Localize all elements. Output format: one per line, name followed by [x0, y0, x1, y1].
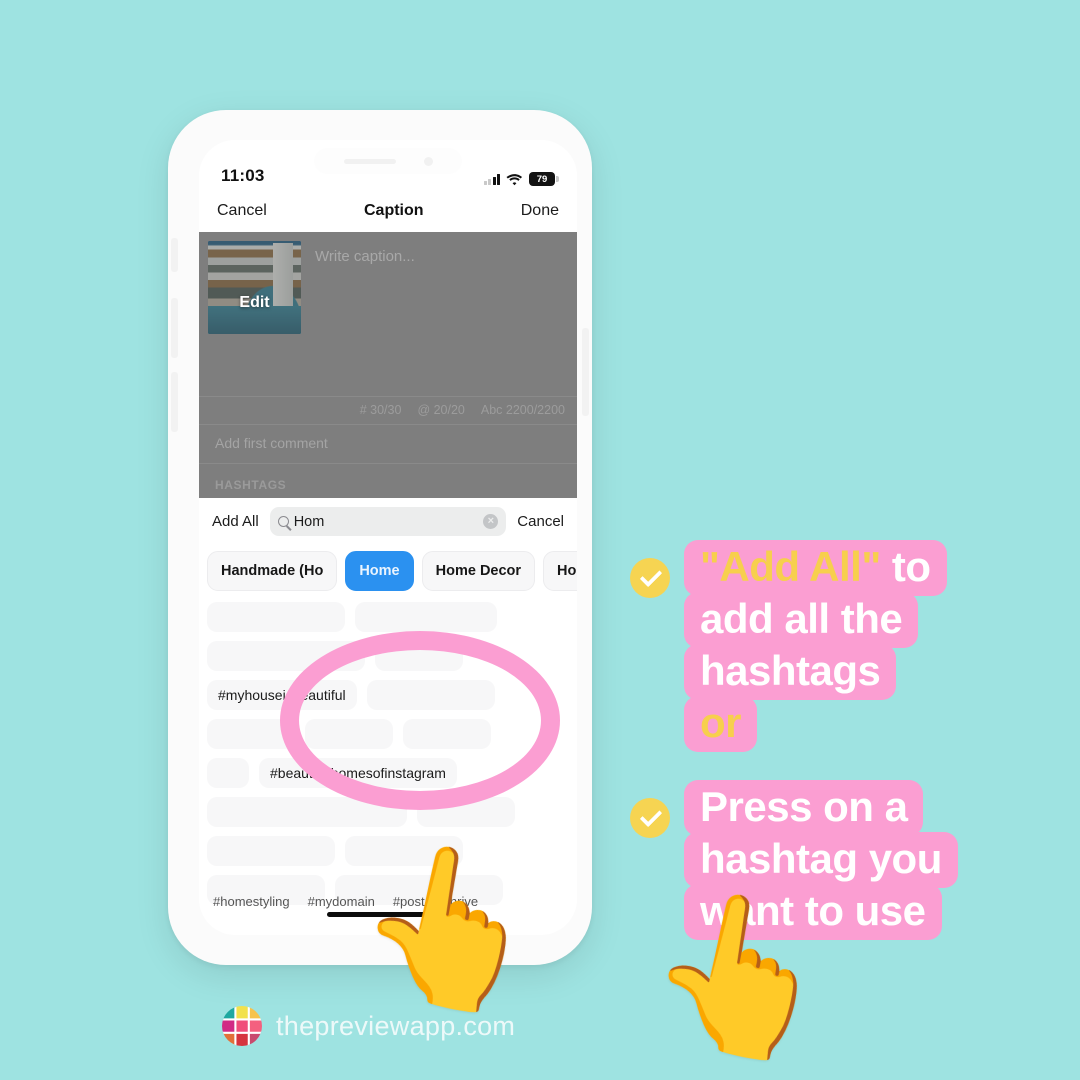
callout-lines: "Add All" to add all the hashtags or — [684, 540, 947, 752]
hashtag-search-input[interactable]: Hom × — [269, 507, 507, 536]
pointing-hand-up-icon: 👆 — [631, 873, 850, 1077]
hashtag-chip[interactable] — [207, 602, 345, 632]
hashtag-counter: # 30/30 — [359, 403, 402, 417]
check-circle-icon — [630, 798, 670, 838]
caption-input[interactable]: Write caption... — [301, 241, 568, 334]
phone-screen: 11:03 79 Cancel Caption Done Edit Write … — [199, 140, 577, 935]
hashtag-chip[interactable] — [355, 602, 497, 632]
hashtag-chip[interactable] — [207, 758, 249, 788]
check-circle-icon — [630, 558, 670, 598]
callout-line: Press on a — [684, 780, 924, 836]
wifi-icon — [506, 173, 522, 185]
callout-text-segment: "Add All" — [700, 543, 881, 590]
phone-volume-down-button[interactable] — [171, 372, 178, 432]
search-value: Hom — [293, 513, 325, 530]
first-comment-input[interactable]: Add first comment — [199, 424, 577, 464]
mention-counter: @ 20/20 — [417, 403, 465, 417]
search-icon — [277, 516, 289, 527]
callout-list: "Add All" to add all the hashtags or Press o… — [630, 540, 1060, 940]
pointing-hand-up-icon: 👆 — [340, 825, 559, 1029]
page-title: Caption — [364, 202, 424, 219]
hashtag-group-tab[interactable]: Home Decor — [421, 551, 536, 591]
post-thumbnail[interactable]: Edit — [208, 241, 301, 334]
callout-line: "Add All" to — [684, 540, 947, 596]
status-bar-indicators: 79 — [483, 172, 559, 186]
callout-text-segment: to — [880, 543, 931, 590]
phone-silent-switch[interactable] — [171, 238, 178, 272]
hashtag-group-tab[interactable]: Handmade (Ho — [207, 551, 338, 591]
list-item[interactable]: #homestyling — [213, 894, 290, 909]
battery-indicator: 79 — [529, 172, 559, 186]
add-all-button[interactable]: Add All — [212, 513, 259, 530]
thumbnail-dim-overlay — [208, 241, 301, 334]
cellular-signal-icon — [483, 173, 500, 185]
hashtag-chip[interactable] — [207, 836, 335, 866]
callout-text-segment: Press on a — [700, 783, 908, 830]
phone-notch — [314, 148, 462, 174]
callout-line: or — [684, 696, 757, 752]
caption-nav-bar: Cancel Caption Done — [199, 190, 577, 232]
hashtag-sheet-toolbar: Add All Hom × Cancel — [199, 498, 577, 545]
table-row — [207, 602, 569, 632]
clear-search-icon[interactable]: × — [483, 514, 499, 529]
callout-line: hashtags — [684, 644, 897, 700]
phone-power-button[interactable] — [582, 328, 589, 416]
caption-counters: # 30/30 @ 20/20 Abc 2200/2200 — [199, 396, 577, 424]
preview-app-grid-logo-icon — [222, 1006, 262, 1046]
cancel-button[interactable]: Cancel — [217, 202, 267, 220]
callout-text-segment: or — [700, 699, 742, 746]
speaker-grille — [343, 158, 396, 164]
hashtags-section-label: HASHTAGS — [215, 478, 287, 492]
callout-text-segment: add all the — [700, 595, 903, 642]
hashtag-group-tabs[interactable]: Handmade (HoHomeHome DecorHome — [199, 545, 577, 599]
done-button[interactable]: Done — [521, 202, 559, 220]
character-counter: Abc 2200/2200 — [480, 403, 565, 417]
edit-thumbnail-label[interactable]: Edit — [208, 294, 301, 312]
callout-line: hashtag you — [684, 832, 958, 888]
hashtag-group-tab[interactable]: Home — [345, 551, 414, 591]
callout: "Add All" to add all the hashtags or — [630, 540, 1060, 752]
search-cancel-button[interactable]: Cancel — [517, 513, 564, 530]
callout-text-segment: hashtag you — [700, 835, 942, 882]
caption-editor: Edit Write caption... # 30/30 @ 20/20 Ab… — [199, 232, 577, 498]
phone-volume-up-button[interactable] — [171, 298, 178, 358]
callout-text-segment: hashtags — [700, 647, 881, 694]
phone-mockup: 11:03 79 Cancel Caption Done Edit Write … — [160, 110, 849, 1077]
callout-line: add all the — [684, 592, 919, 648]
status-bar-time: 11:03 — [221, 166, 265, 185]
hashtag-group-tab[interactable]: Home — [543, 551, 577, 591]
pink-circle-highlight — [280, 631, 560, 810]
front-camera-icon — [423, 156, 433, 166]
caption-top-row: Edit Write caption... — [199, 232, 577, 334]
